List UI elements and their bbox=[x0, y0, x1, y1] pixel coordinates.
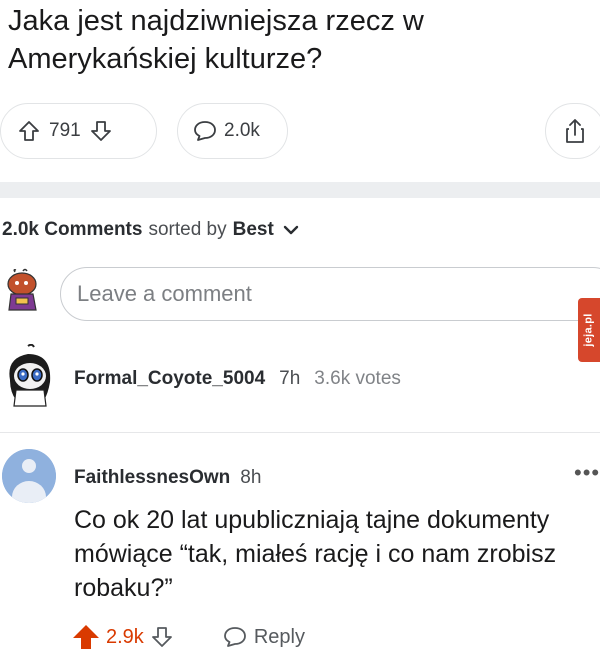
watermark-badge: jeja.pl bbox=[578, 298, 600, 362]
comment-icon bbox=[192, 119, 218, 143]
post-vote-count: 791 bbox=[49, 120, 81, 141]
comment-header: FaithlessnesOwn 8h bbox=[74, 467, 261, 489]
comment-input[interactable] bbox=[61, 268, 600, 320]
chevron-down-icon[interactable] bbox=[282, 223, 300, 237]
comment-author[interactable]: FaithlessnesOwn bbox=[74, 467, 230, 489]
comments-button[interactable]: 2.0k bbox=[177, 103, 288, 159]
downvote-icon[interactable] bbox=[150, 625, 174, 649]
current-user-avatar[interactable] bbox=[3, 268, 43, 316]
reply-label: Reply bbox=[253, 625, 305, 648]
comment-time: 8h bbox=[240, 467, 262, 488]
sort-bar: 2.0k Comments sorted by Best bbox=[2, 219, 300, 241]
comment-input-container[interactable] bbox=[60, 267, 600, 321]
comment-actions: 2.9k Reply bbox=[72, 624, 305, 650]
comment-icon bbox=[222, 625, 248, 649]
vote-bar: 791 bbox=[0, 103, 157, 159]
share-icon bbox=[562, 117, 588, 145]
comment-time: 7h bbox=[279, 368, 301, 389]
commenter-avatar[interactable] bbox=[2, 449, 56, 503]
upvote-icon[interactable] bbox=[17, 119, 41, 143]
comment-body: Co ok 20 lat upubliczniają tajne dokumen… bbox=[74, 506, 557, 602]
post-title: Jaka jest najdziwniejsza rzecz w Ameryka… bbox=[8, 5, 424, 75]
watermark-text: jeja.pl bbox=[583, 313, 595, 347]
thread-divider bbox=[0, 432, 600, 433]
comment-votes: 3.6k votes bbox=[314, 368, 401, 389]
section-divider bbox=[0, 182, 600, 198]
downvote-icon[interactable] bbox=[89, 119, 113, 143]
sorted-by-label: sorted by bbox=[148, 219, 227, 240]
comment-author[interactable]: Formal_Coyote_5004 bbox=[74, 368, 265, 390]
comment-score: 2.9k bbox=[106, 625, 144, 648]
more-options-icon[interactable]: ••• bbox=[574, 462, 600, 484]
reply-button[interactable]: Reply bbox=[222, 625, 305, 649]
commenter-avatar[interactable] bbox=[4, 343, 56, 408]
post-comment-count: 2.0k bbox=[224, 120, 260, 141]
comments-label: Comments bbox=[44, 219, 143, 240]
comment-header: Formal_Coyote_5004 7h 3.6k votes bbox=[74, 368, 401, 390]
upvote-icon[interactable] bbox=[72, 624, 100, 650]
sort-dropdown[interactable]: Best bbox=[233, 219, 274, 241]
comments-total: 2.0k bbox=[2, 219, 39, 240]
share-button[interactable] bbox=[545, 103, 600, 159]
